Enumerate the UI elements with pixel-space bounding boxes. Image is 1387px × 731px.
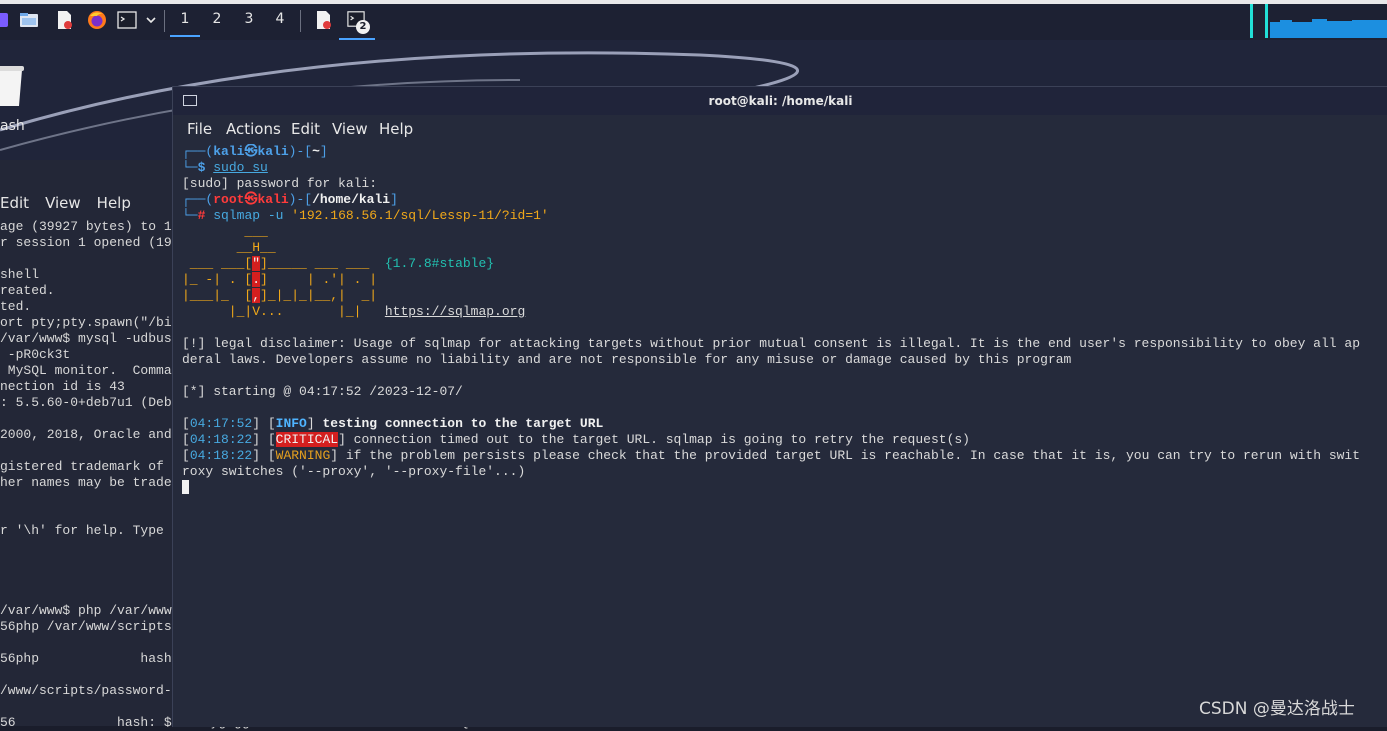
menu-edit[interactable]: Edit (291, 120, 320, 138)
menu-file[interactable]: File (187, 120, 212, 138)
chevron-down-icon[interactable] (144, 10, 158, 30)
command-line-1: └─$ sudo su (182, 160, 268, 175)
terminal-icon[interactable] (117, 10, 137, 30)
taskbar-top-strip (0, 0, 1387, 4)
window-title: root@kali: /home/kali (708, 94, 853, 108)
sqlmap-url-link[interactable]: https://sqlmap.org (385, 304, 525, 319)
bg-terminal-line: reated. (0, 283, 55, 298)
trash-icon[interactable] (0, 62, 26, 108)
background-terminal-menubar: Edit View Help (0, 194, 147, 212)
terminal-cursor (182, 480, 189, 494)
bg-menu-help[interactable]: Help (97, 194, 131, 212)
command-line-2: └─# sqlmap -u '192.168.56.1/sql/Lessp-11… (182, 208, 549, 223)
sudo-prompt: [sudo] password for kali: (182, 176, 378, 191)
bg-terminal-line: shell (0, 267, 40, 282)
log-line-warning: [04:18:22] [WARNING] if the problem pers… (182, 448, 1361, 463)
taskbar-separator (164, 10, 165, 32)
text-editor-icon[interactable] (54, 10, 74, 30)
workspace-4[interactable]: 4 (265, 11, 295, 27)
taskbar: 1 2 3 4 2 (0, 0, 1387, 41)
workspace-1[interactable]: 1 (170, 11, 200, 37)
document-app-icon[interactable] (313, 10, 333, 30)
trash-label[interactable]: ash (0, 118, 25, 134)
sqlmap-banner-art: ___ __H__ ___ ___["]_____ ___ ___ (189, 224, 385, 271)
log-line-info: [04:17:52] [INFO] testing connection to … (182, 416, 604, 431)
file-manager-icon[interactable] (19, 10, 39, 30)
menu-actions[interactable]: Actions (226, 120, 281, 138)
csdn-watermark: CSDN @曼达洛战士 (1199, 699, 1355, 719)
app-menu-icon[interactable] (0, 10, 12, 30)
log-line-continued: roxy switches ('--proxy', '--proxy-file'… (182, 464, 526, 479)
terminal-output[interactable]: ┌──(kali㉿kali)-[~] └─$ sudo su [sudo] pa… (182, 144, 1387, 497)
workspace-3[interactable]: 3 (234, 11, 264, 27)
disclaimer-line-2: deral laws. Developers assume no liabili… (182, 352, 1072, 367)
cpu-usage-graph (1250, 4, 1387, 38)
menu-view[interactable]: View (332, 120, 368, 138)
prompt-line-2: ┌──(root㉿kali)-[/home/kali] (182, 192, 398, 207)
disclaimer-line-1: [!] legal disclaimer: Usage of sqlmap fo… (182, 336, 1360, 351)
bg-menu-view[interactable]: View (45, 194, 81, 212)
sqlmap-terminal-window[interactable]: root@kali: /home/kali File Actions Edit … (172, 86, 1387, 727)
terminal-menubar: File Actions Edit View Help (173, 115, 1387, 143)
taskbar-separator (300, 10, 301, 32)
bg-terminal-line: ted. (0, 299, 32, 314)
bg-terminal-line: /var/www$ mysql -udbuser (0, 331, 188, 346)
log-line-critical: [04:18:22] [CRITICAL] connection timed o… (182, 432, 970, 447)
notification-badge: 2 (356, 20, 370, 34)
menu-help[interactable]: Help (379, 120, 413, 138)
sqlmap-version: {1.7.8#stable} (384, 256, 495, 271)
starting-line: [*] starting @ 04:17:52 /2023-12-07/ (182, 384, 463, 399)
prompt-line-1: ┌──(kali㉿kali)-[~] (182, 144, 328, 159)
bg-menu-edit[interactable]: Edit (0, 194, 29, 212)
bg-terminal-line: -pR0ck3t (0, 347, 71, 362)
window-titlebar[interactable]: root@kali: /home/kali (173, 87, 1387, 115)
firefox-icon[interactable] (87, 10, 107, 30)
bg-terminal-line: nection id is 43 (0, 379, 125, 394)
terminal-window-button[interactable]: 2 (339, 4, 375, 40)
workspace-2[interactable]: 2 (202, 11, 232, 27)
